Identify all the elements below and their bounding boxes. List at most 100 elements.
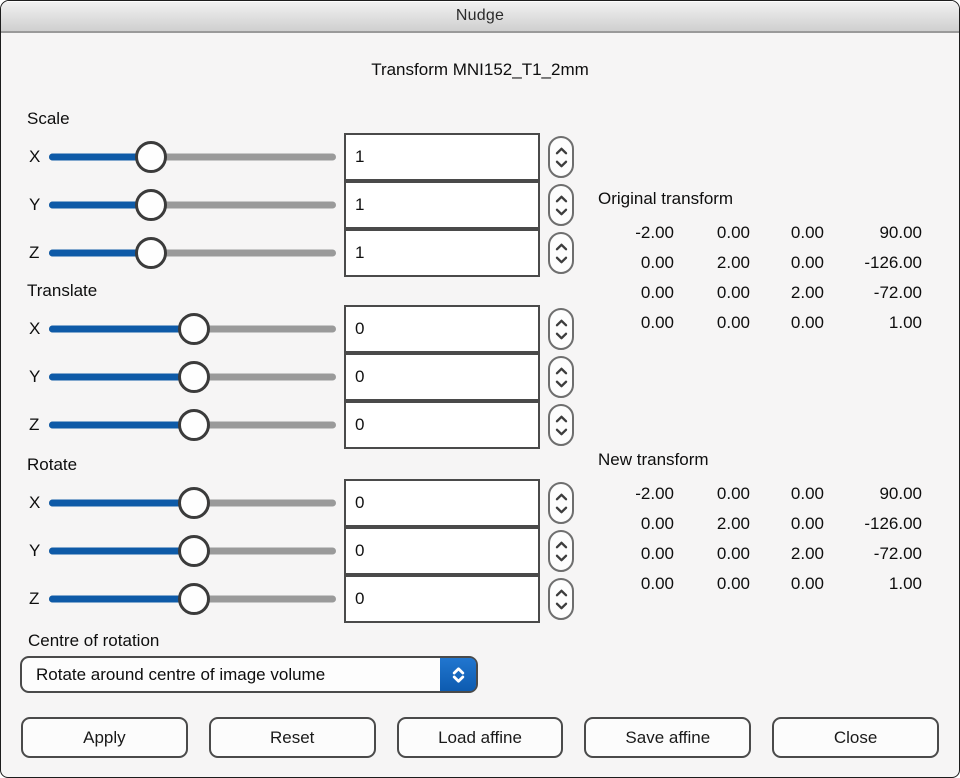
selected-option-label: Rotate around centre of image volume [36, 658, 436, 691]
spin-down-button[interactable] [555, 158, 568, 169]
close-button[interactable]: Close [772, 717, 939, 758]
translate-y-row: Y [1, 353, 586, 401]
scale-y-slider[interactable] [49, 181, 336, 229]
rotate-z-slider[interactable] [49, 575, 336, 623]
chevron-down-icon [555, 256, 568, 264]
matrix-cell: 1.00 [824, 569, 922, 599]
slider-fill [49, 596, 194, 603]
slider-thumb[interactable] [178, 583, 210, 615]
translate-x-spinner [548, 308, 574, 350]
matrix-cell: 90.00 [824, 479, 922, 509]
spin-down-button[interactable] [555, 254, 568, 265]
spin-up-button[interactable] [555, 587, 568, 598]
rotate-z-spinner [548, 578, 574, 620]
scale-x-slider[interactable] [49, 133, 336, 181]
spin-down-button[interactable] [555, 206, 568, 217]
spin-down-button[interactable] [555, 378, 568, 389]
spin-down-button[interactable] [555, 600, 568, 611]
axis-label: Y [29, 367, 49, 387]
scale-z-spinner [548, 232, 574, 274]
translate-x-slider[interactable] [49, 305, 336, 353]
translate-z-spinner [548, 404, 574, 446]
spin-up-button[interactable] [555, 365, 568, 376]
spin-down-button[interactable] [555, 426, 568, 437]
translate-y-slider[interactable] [49, 353, 336, 401]
axis-label: Y [29, 541, 49, 561]
slider-thumb[interactable] [135, 237, 167, 269]
slider-thumb[interactable] [178, 361, 210, 393]
slider-thumb[interactable] [135, 189, 167, 221]
scale-y-row: Y [1, 181, 586, 229]
rotate-x-slider[interactable] [49, 479, 336, 527]
popup-stepper[interactable] [440, 658, 476, 691]
rotate-y-slider[interactable] [49, 527, 336, 575]
spin-up-button[interactable] [555, 193, 568, 204]
translate-x-input[interactable] [344, 305, 540, 353]
rotate-x-spinner [548, 482, 574, 524]
translate-x-row: X [1, 305, 586, 353]
spin-down-button[interactable] [555, 330, 568, 341]
rotate-x-input[interactable] [344, 479, 540, 527]
translate-y-input[interactable] [344, 353, 540, 401]
scale-y-input[interactable] [344, 181, 540, 229]
spin-up-button[interactable] [555, 145, 568, 156]
scale-z-slider[interactable] [49, 229, 336, 277]
centre-of-rotation-select[interactable]: Rotate around centre of image volume [20, 656, 478, 693]
spin-down-button[interactable] [555, 504, 568, 515]
spin-up-button[interactable] [555, 241, 568, 252]
slider-thumb[interactable] [135, 141, 167, 173]
matrix-cell: 0.00 [750, 509, 824, 539]
spin-up-button[interactable] [555, 413, 568, 424]
slider-track[interactable] [49, 154, 336, 161]
rotate-label: Rotate [27, 453, 586, 479]
chevron-down-icon [555, 332, 568, 340]
slider-thumb[interactable] [178, 487, 210, 519]
scale-z-input[interactable] [344, 229, 540, 277]
new-transform-matrix: -2.00 0.00 0.00 90.00 0.00 2.00 0.00 -12… [598, 479, 928, 599]
matrix-cell: -72.00 [824, 539, 922, 569]
new-transform-block: New transform -2.00 0.00 0.00 90.00 0.00… [598, 450, 928, 599]
slider-thumb[interactable] [178, 409, 210, 441]
rotate-y-input[interactable] [344, 527, 540, 575]
matrix-cell: 2.00 [674, 509, 750, 539]
slider-fill [49, 500, 194, 507]
axis-label: X [29, 319, 49, 339]
rotate-y-spinner [548, 530, 574, 572]
spin-up-button[interactable] [555, 491, 568, 502]
translate-group: Translate X Y [1, 279, 586, 449]
window-titlebar[interactable]: Nudge [1, 1, 959, 33]
apply-button[interactable]: Apply [21, 717, 188, 758]
translate-z-slider[interactable] [49, 401, 336, 449]
rotate-z-input[interactable] [344, 575, 540, 623]
spin-up-button[interactable] [555, 317, 568, 328]
matrix-cell: 0.00 [750, 569, 824, 599]
chevron-down-icon [555, 428, 568, 436]
rotate-x-row: X [1, 479, 586, 527]
matrix-cell: 0.00 [598, 248, 674, 278]
matrix-cell: 0.00 [598, 569, 674, 599]
matrix-cell: 0.00 [674, 308, 750, 338]
scale-label: Scale [27, 107, 586, 133]
scale-x-input[interactable] [344, 133, 540, 181]
chevron-up-icon [555, 319, 568, 327]
matrix-cell: -2.00 [598, 479, 674, 509]
reset-button[interactable]: Reset [209, 717, 376, 758]
chevron-up-icon [555, 493, 568, 501]
chevron-up-icon [555, 541, 568, 549]
load-affine-button[interactable]: Load affine [397, 717, 564, 758]
save-affine-button[interactable]: Save affine [584, 717, 751, 758]
scale-group: Scale X Y Z [1, 107, 586, 277]
slider-track[interactable] [49, 250, 336, 257]
slider-fill [49, 548, 194, 555]
original-transform-block: Original transform -2.00 0.00 0.00 90.00… [598, 189, 928, 338]
matrix-cell: -2.00 [598, 218, 674, 248]
slider-track[interactable] [49, 202, 336, 209]
matrix-cell: 2.00 [750, 278, 824, 308]
translate-label: Translate [27, 279, 586, 305]
slider-thumb[interactable] [178, 313, 210, 345]
spin-down-button[interactable] [555, 552, 568, 563]
slider-thumb[interactable] [178, 535, 210, 567]
matrix-cell: 0.00 [674, 278, 750, 308]
translate-z-input[interactable] [344, 401, 540, 449]
spin-up-button[interactable] [555, 539, 568, 550]
